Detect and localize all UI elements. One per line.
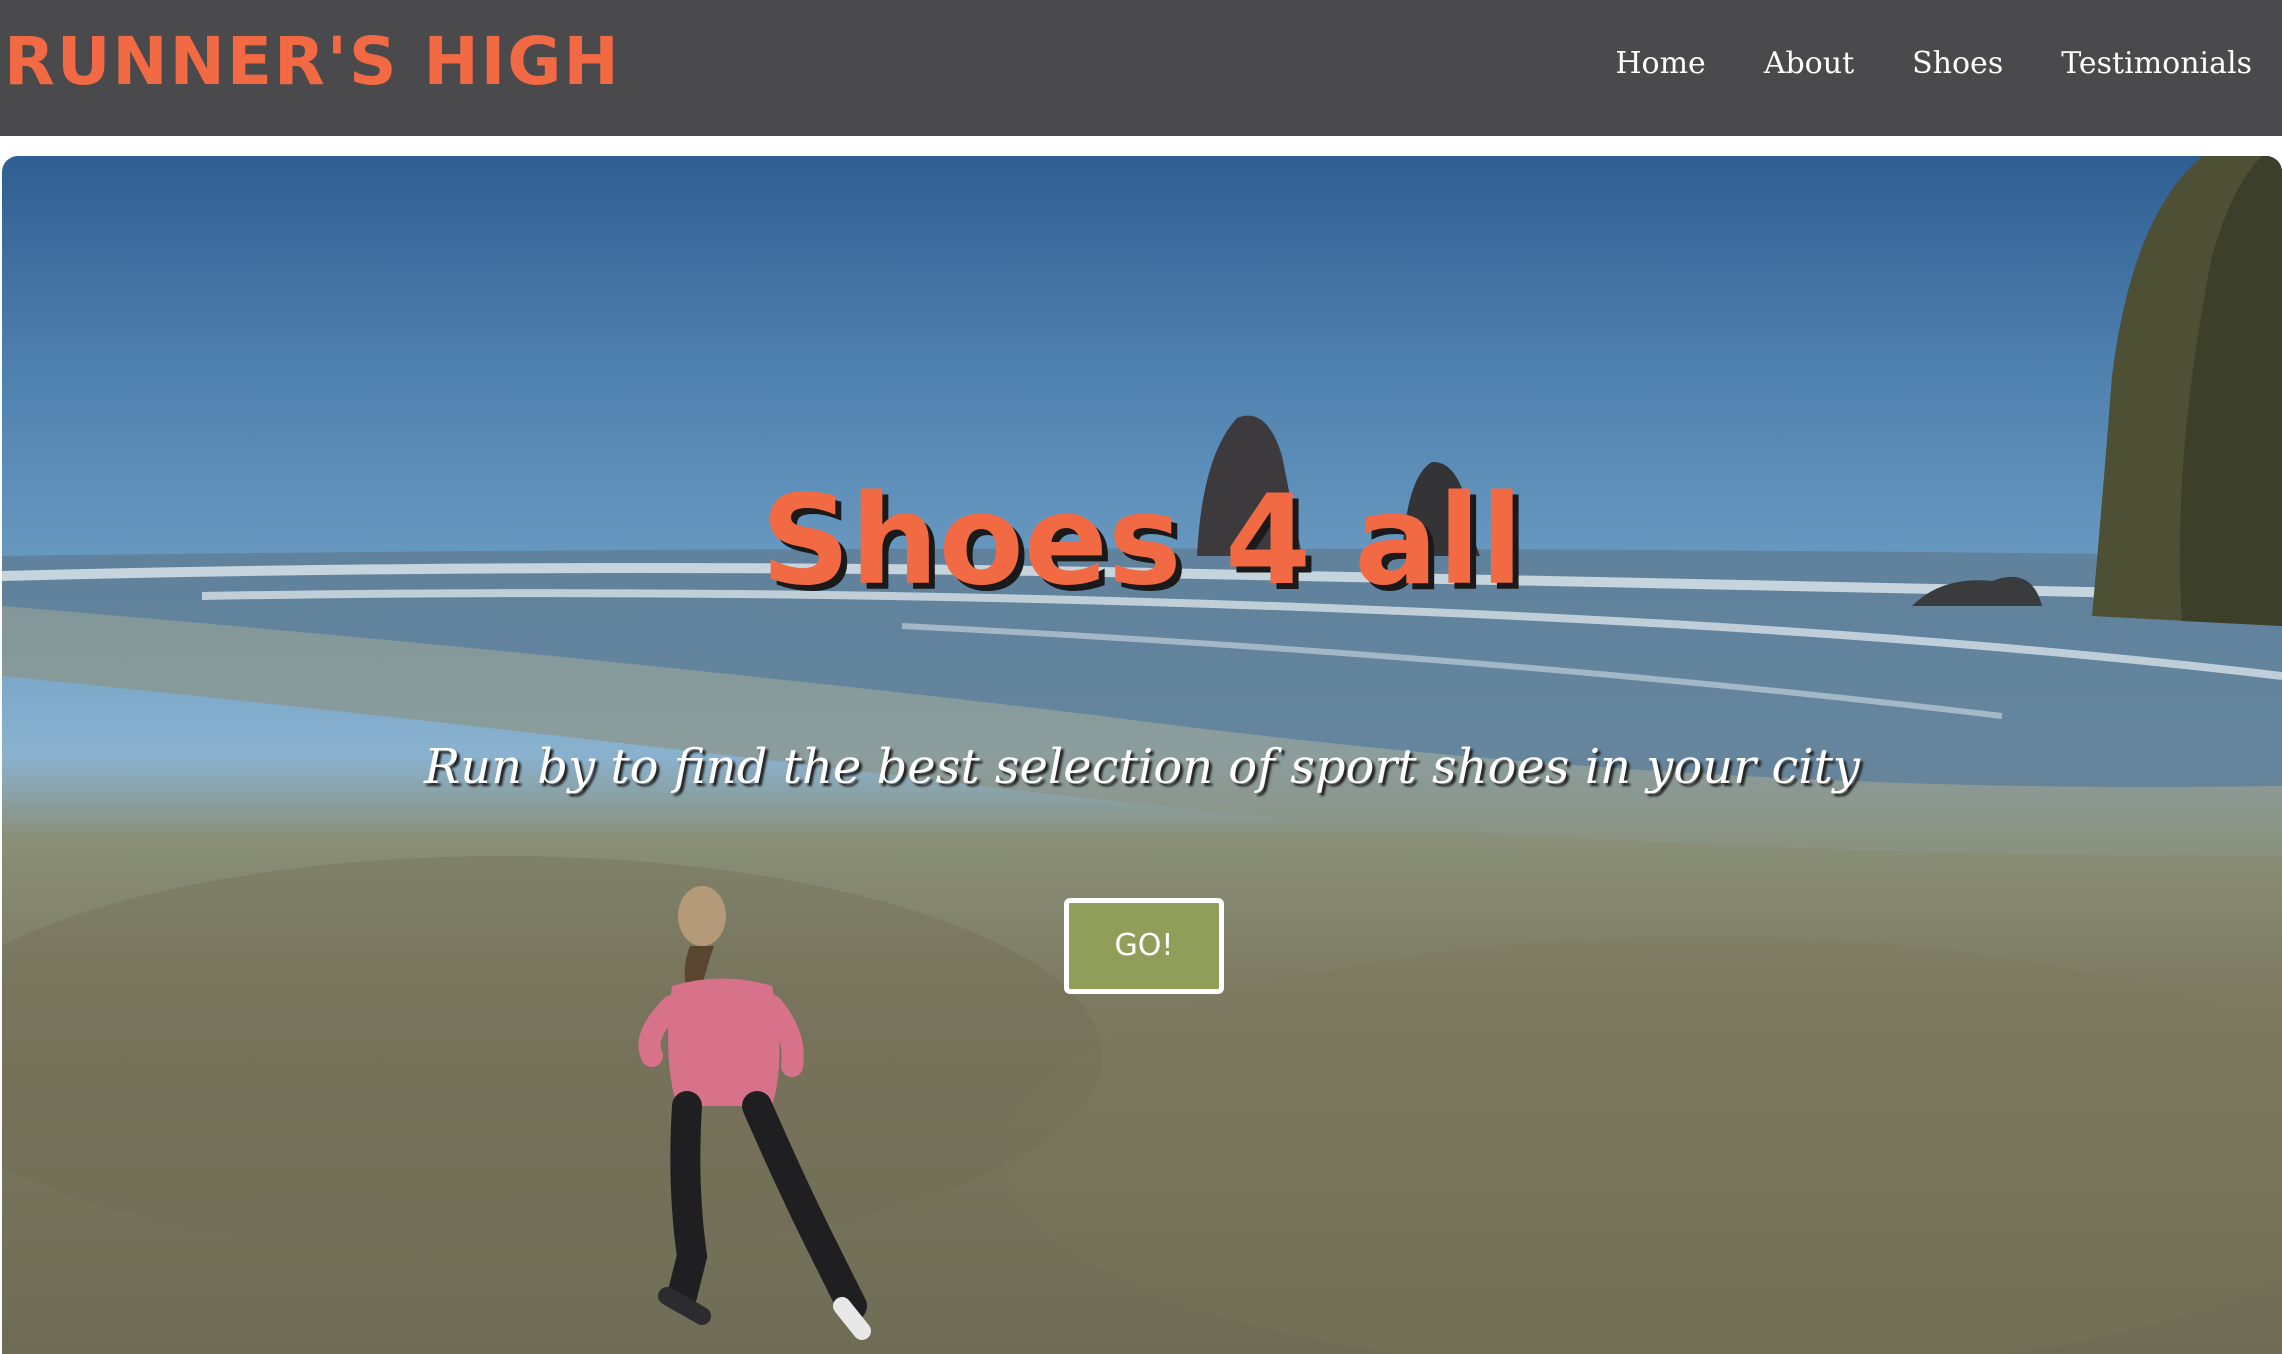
nav-link-testimonials[interactable]: Testimonials (2061, 42, 2252, 86)
brand-logo[interactable]: RUNNER'S HIGH (4, 22, 621, 102)
top-navbar: RUNNER'S HIGH Home About Shoes Testimoni… (0, 0, 2282, 136)
nav-links: Home About Shoes Testimonials (1615, 42, 2252, 86)
nav-link-home[interactable]: Home (1615, 42, 1705, 86)
go-button[interactable]: GO! (1064, 898, 1224, 994)
nav-link-shoes[interactable]: Shoes (1912, 42, 2003, 86)
nav-link-about[interactable]: About (1764, 42, 1854, 86)
hero-section: Shoes 4 all Run by to find the best sele… (2, 156, 2282, 1354)
hero-subtitle: Run by to find the best selection of spo… (424, 739, 1860, 795)
hero-title: Shoes 4 all (761, 469, 1523, 613)
